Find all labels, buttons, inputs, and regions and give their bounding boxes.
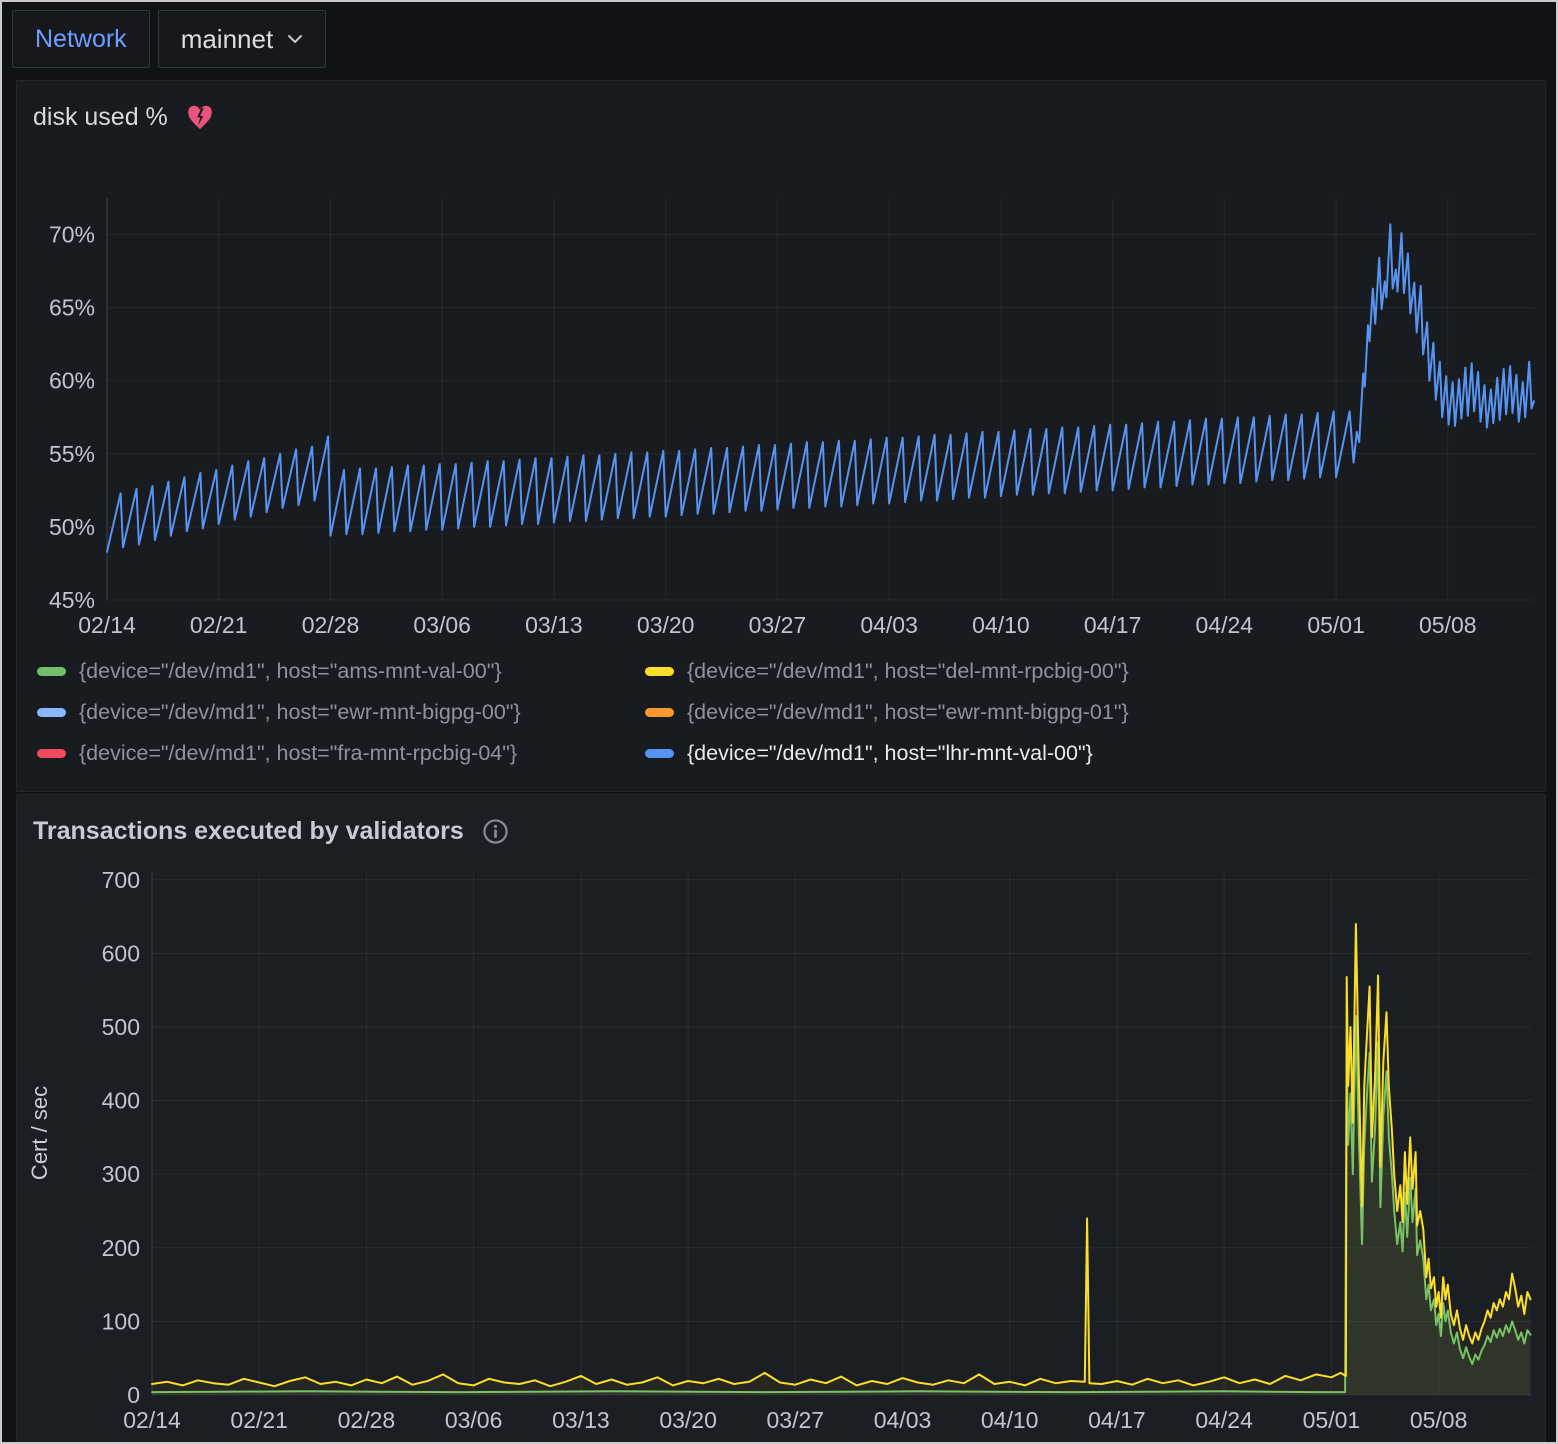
svg-text:100: 100: [102, 1308, 140, 1334]
transactions-panel-title: Transactions executed by validators: [33, 817, 464, 846]
svg-text:300: 300: [102, 1161, 140, 1187]
svg-text:02/21: 02/21: [190, 612, 248, 638]
svg-text:02/21: 02/21: [230, 1407, 288, 1433]
svg-text:04/10: 04/10: [972, 612, 1030, 638]
svg-text:05/08: 05/08: [1410, 1407, 1468, 1433]
legend-label[interactable]: {device="/dev/md1", host="fra-mnt-rpcbig…: [79, 741, 517, 766]
legend-item-ewr-mnt-bigpg-01[interactable]: {device="/dev/md1", host="ewr-mnt-bigpg-…: [645, 700, 1129, 725]
svg-text:700: 700: [102, 867, 140, 893]
dashboard-topbar: Network mainnet: [12, 10, 326, 68]
svg-text:05/08: 05/08: [1419, 612, 1477, 638]
legend-swatch: [645, 667, 674, 676]
broken-heart-icon: [186, 105, 214, 131]
legend-label[interactable]: {device="/dev/md1", host="lhr-mnt-val-00…: [687, 741, 1093, 766]
svg-text:05/01: 05/01: [1307, 612, 1365, 638]
svg-text:04/17: 04/17: [1084, 612, 1142, 638]
svg-text:04/10: 04/10: [981, 1407, 1039, 1433]
svg-text:0: 0: [127, 1382, 140, 1408]
svg-text:04/03: 04/03: [874, 1407, 932, 1433]
svg-text:03/13: 03/13: [552, 1407, 610, 1433]
disk-used-panel-header[interactable]: disk used %: [17, 81, 1545, 132]
svg-text:04/24: 04/24: [1196, 612, 1254, 638]
svg-text:05/01: 05/01: [1303, 1407, 1361, 1433]
legend-swatch: [37, 749, 66, 758]
svg-text:600: 600: [102, 940, 140, 966]
svg-text:04/03: 04/03: [860, 612, 918, 638]
transactions-chart[interactable]: 0 100 200 300 400 500 600 700 02/14 02/21 02/28 03/…: [17, 848, 1545, 1443]
svg-text:03/06: 03/06: [445, 1407, 503, 1433]
legend-swatch: [37, 708, 66, 717]
dashboard-page: Network mainnet disk used % 45% 50% 55% 60%…: [0, 0, 1558, 1444]
svg-text:400: 400: [102, 1088, 140, 1114]
legend-label[interactable]: {device="/dev/md1", host="ewr-mnt-bigpg-…: [79, 700, 521, 725]
svg-text:02/28: 02/28: [338, 1407, 396, 1433]
info-icon[interactable]: [482, 818, 509, 845]
legend-label[interactable]: {device="/dev/md1", host="ewr-mnt-bigpg-…: [687, 700, 1129, 725]
svg-text:03/27: 03/27: [767, 1407, 825, 1433]
legend-item-del-mnt-rpcbig-00[interactable]: {device="/dev/md1", host="del-mnt-rpcbig…: [645, 659, 1129, 684]
svg-text:500: 500: [102, 1014, 140, 1040]
svg-text:55%: 55%: [49, 441, 95, 467]
svg-text:04/17: 04/17: [1088, 1407, 1146, 1433]
disk-used-panel-title: disk used %: [33, 103, 168, 132]
network-variable-label: Network: [12, 10, 150, 68]
legend-swatch: [645, 708, 674, 717]
svg-text:02/14: 02/14: [123, 1407, 181, 1433]
svg-text:03/20: 03/20: [659, 1407, 717, 1433]
network-dropdown[interactable]: mainnet: [158, 10, 327, 68]
svg-text:65%: 65%: [49, 295, 95, 321]
svg-text:50%: 50%: [49, 514, 95, 540]
legend-swatch: [37, 667, 66, 676]
network-label: Network: [35, 25, 127, 54]
svg-text:03/06: 03/06: [413, 612, 471, 638]
legend-label[interactable]: {device="/dev/md1", host="ams-mnt-val-00…: [79, 659, 502, 684]
network-dropdown-value[interactable]: mainnet: [181, 24, 274, 55]
disk-used-chart[interactable]: 45% 50% 55% 60% 65% 70% 02/14 02/21 02/28 03/06 03…: [17, 151, 1545, 651]
disk-used-legend: {device="/dev/md1", host="ams-mnt-val-00…: [37, 659, 1129, 766]
disk-used-panel: disk used % 45% 50% 55% 60% 65% 70% 02/14 02/21…: [16, 80, 1546, 792]
legend-item-ewr-mnt-bigpg-00[interactable]: {device="/dev/md1", host="ewr-mnt-bigpg-…: [37, 700, 635, 725]
svg-text:70%: 70%: [49, 222, 95, 248]
svg-text:03/13: 03/13: [525, 612, 583, 638]
transactions-panel-header[interactable]: Transactions executed by validators: [17, 795, 1545, 846]
svg-text:02/28: 02/28: [302, 612, 360, 638]
legend-item-fra-mnt-rpcbig-04[interactable]: {device="/dev/md1", host="fra-mnt-rpcbig…: [37, 741, 635, 766]
svg-text:03/20: 03/20: [637, 612, 695, 638]
legend-label[interactable]: {device="/dev/md1", host="del-mnt-rpcbig…: [687, 659, 1129, 684]
chevron-down-icon: [287, 34, 303, 44]
legend-swatch: [645, 749, 674, 758]
svg-text:03/27: 03/27: [749, 612, 807, 638]
svg-text:02/14: 02/14: [78, 612, 136, 638]
legend-item-lhr-mnt-val-00[interactable]: {device="/dev/md1", host="lhr-mnt-val-00…: [645, 741, 1129, 766]
svg-text:45%: 45%: [49, 587, 95, 613]
svg-text:04/24: 04/24: [1195, 1407, 1253, 1433]
svg-text:60%: 60%: [49, 368, 95, 394]
transactions-panel: Transactions executed by validators 0 100…: [16, 794, 1546, 1444]
legend-item-ams-mnt-val-00[interactable]: {device="/dev/md1", host="ams-mnt-val-00…: [37, 659, 635, 684]
svg-text:200: 200: [102, 1235, 140, 1261]
svg-text:Cert / sec: Cert / sec: [27, 1086, 52, 1180]
